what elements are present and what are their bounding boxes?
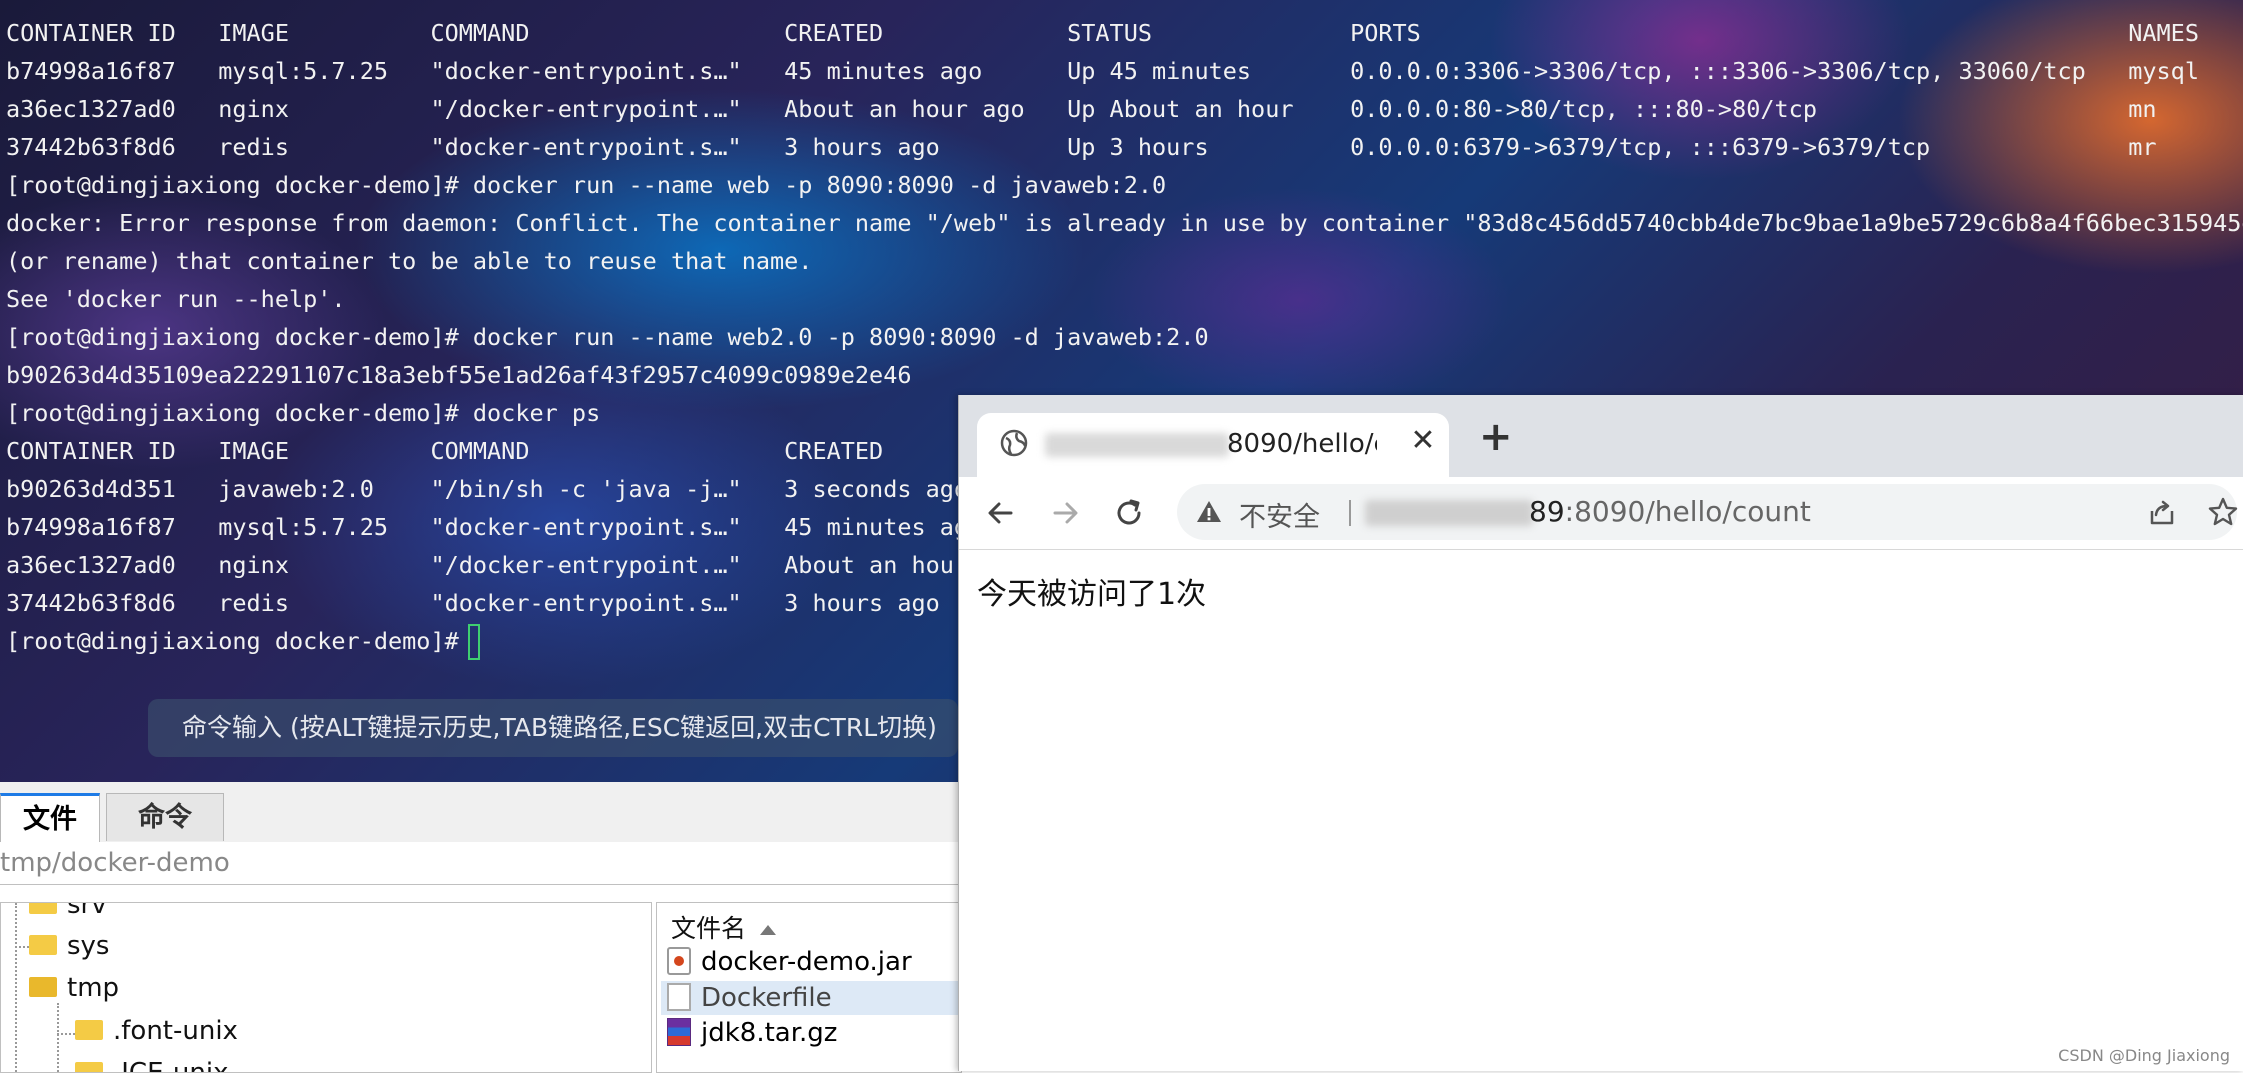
column-header-filename[interactable]: 文件名	[671, 909, 776, 945]
terminal-line: (or rename) that container to be able to…	[6, 242, 2243, 280]
warning-icon	[1195, 498, 1223, 526]
file-list[interactable]: 文件名 docker-demo.jar Dockerfile jdk8.tar.…	[656, 902, 962, 1073]
tree-item-ice-unix[interactable]: .ICE-unix	[75, 1053, 228, 1073]
file-row[interactable]: jdk8.tar.gz	[661, 1016, 961, 1050]
tree-guide-line	[57, 1003, 59, 1072]
tree-item-srv[interactable]: srv	[29, 902, 107, 925]
separator	[1349, 500, 1351, 526]
share-icon[interactable]	[2147, 498, 2177, 528]
file-row[interactable]: Dockerfile	[661, 981, 961, 1015]
new-tab-button[interactable]: +	[1479, 417, 1513, 457]
path-bar[interactable]: tmp/docker-demo	[0, 842, 960, 885]
terminal-cursor	[468, 624, 480, 660]
terminal-line: docker: Error response from daemon: Conf…	[6, 204, 2243, 242]
redacted-text	[1045, 433, 1229, 457]
tab-title: 8090/hello/count	[1227, 429, 1377, 459]
tree-item-font-unix[interactable]: .font-unix	[75, 1011, 238, 1051]
terminal-line: b74998a16f87 mysql:5.7.25 "docker-entryp…	[6, 52, 2243, 90]
terminal-line: a36ec1327ad0 nginx "/docker-entrypoint.……	[6, 90, 2243, 128]
sort-ascending-icon	[760, 925, 776, 935]
directory-tree[interactable]: srv sys tmp .font-unix .ICE-unix	[0, 902, 652, 1073]
forward-arrow-icon[interactable]	[1045, 493, 1085, 533]
file-manager-panel: 文件 命令 tmp/docker-demo srv sys tmp .font-…	[0, 782, 960, 1071]
terminal-line: [root@dingjiaxiong docker-demo]# docker …	[6, 318, 2243, 356]
folder-icon	[75, 1062, 103, 1073]
tree-guide-line	[15, 903, 17, 1072]
watermark: CSDN @Ding Jiaxiong	[2058, 1046, 2230, 1065]
back-arrow-icon[interactable]	[981, 493, 1021, 533]
tree-item-sys[interactable]: sys	[29, 926, 109, 966]
globe-icon	[999, 428, 1029, 458]
url-text[interactable]: 89:8090/hello/count	[1529, 495, 1811, 528]
reload-icon[interactable]	[1109, 493, 1149, 533]
terminal-line: CONTAINER ID IMAGE COMMAND CREATED STATU…	[6, 14, 2243, 52]
folder-open-icon	[29, 977, 57, 997]
tab-strip: 8090/hello/count ✕ +	[959, 395, 2243, 477]
bookmark-star-icon[interactable]	[2207, 496, 2239, 528]
command-input[interactable]: 命令输入 (按ALT键提示历史,TAB键路径,ESC键返回,双击CTRL切换)	[148, 699, 958, 757]
tree-item-tmp[interactable]: tmp	[29, 968, 119, 1008]
document-icon	[667, 983, 691, 1011]
browser-tab[interactable]: 8090/hello/count ✕	[977, 413, 1449, 477]
close-tab-icon[interactable]: ✕	[1405, 423, 1441, 458]
folder-icon	[29, 902, 57, 914]
terminal-line: 37442b63f8d6 redis "docker-entrypoint.s……	[6, 128, 2243, 166]
archive-icon	[667, 1018, 691, 1046]
page-content-text: 今天被访问了1次	[977, 569, 1206, 613]
terminal-line: [root@dingjiaxiong docker-demo]# docker …	[6, 166, 2243, 204]
tree-guide-line	[57, 1033, 75, 1035]
browser-toolbar: 不安全 89:8090/hello/count	[959, 477, 2243, 550]
tab-files[interactable]: 文件	[0, 793, 100, 843]
terminal-line: See 'docker run --help'.	[6, 280, 2243, 318]
not-secure-label[interactable]: 不安全	[1239, 495, 1320, 534]
java-jar-icon	[667, 947, 691, 975]
address-bar[interactable]: 不安全 89:8090/hello/count	[1177, 484, 2237, 540]
folder-icon	[75, 1020, 103, 1040]
tree-guide-line	[15, 946, 29, 948]
browser-window: 8090/hello/count ✕ + 不安全 89:8090/hello/c…	[958, 395, 2243, 1071]
folder-icon	[29, 935, 57, 955]
terminal-line: b90263d4d35109ea22291107c18a3ebf55e1ad26…	[6, 356, 2243, 394]
tab-commands[interactable]: 命令	[106, 793, 224, 841]
redacted-text	[1365, 500, 1533, 526]
file-manager-tabs: 文件 命令	[0, 782, 960, 843]
file-row[interactable]: docker-demo.jar	[661, 945, 961, 979]
